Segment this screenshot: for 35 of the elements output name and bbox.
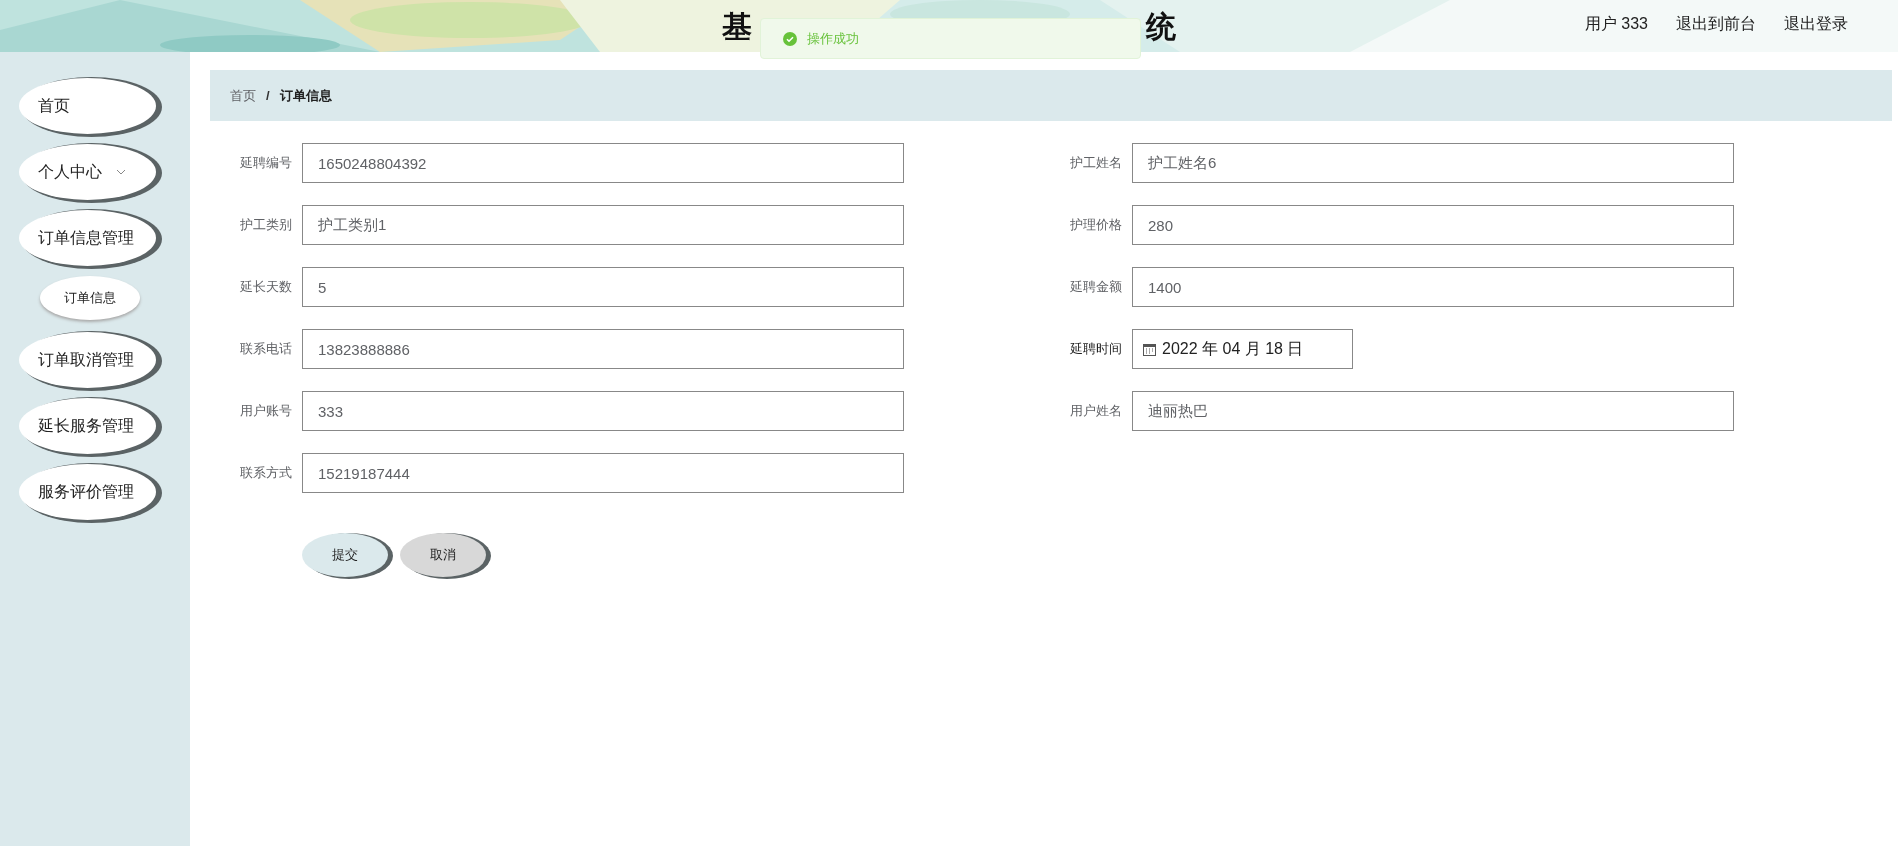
input-field[interactable]: 280: [1132, 205, 1734, 245]
input-field[interactable]: 迪丽热巴: [1132, 391, 1734, 431]
field-label: 延长天数: [239, 278, 293, 297]
input-field[interactable]: 333: [302, 391, 904, 431]
field-label: 护理价格: [1069, 216, 1123, 235]
title-text: 基: [722, 9, 752, 45]
field-label: 延聘金额: [1069, 278, 1123, 297]
header-link[interactable]: 退出登录: [1784, 12, 1848, 36]
check-icon: [783, 31, 797, 46]
breadcrumb-item: 订单信息: [279, 86, 332, 105]
field-label: 护工类别: [239, 216, 293, 235]
title-text: 统: [1146, 9, 1176, 45]
field-label: 延聘编号: [239, 154, 293, 173]
chevron-down-icon: [116, 169, 126, 175]
field-label: 护工姓名: [1069, 154, 1123, 173]
field-label: 延聘时间: [1069, 340, 1123, 359]
date-field[interactable]: 2022 年 04 月 18 日: [1132, 329, 1353, 369]
input-field[interactable]: 护工类别1: [302, 205, 904, 245]
input-field[interactable]: 1650248804392: [302, 143, 904, 183]
field-label: 联系电话: [239, 340, 293, 359]
header-link[interactable]: 退出到前台: [1676, 12, 1756, 36]
field-label: 用户账号: [239, 402, 293, 421]
breadcrumb-separator: /: [266, 86, 270, 105]
field-label: 联系方式: [239, 464, 293, 483]
toast-message: 操作成功: [807, 29, 859, 48]
field-label: 用户姓名: [1069, 402, 1123, 421]
input-field[interactable]: 护工姓名6: [1132, 143, 1734, 183]
input-field[interactable]: 1400: [1132, 267, 1734, 307]
input-field[interactable]: 5: [302, 267, 904, 307]
calendar-icon: [1143, 342, 1156, 356]
user-name: 用户 333: [1584, 14, 1648, 34]
sidebar-subitem[interactable]: 订单信息: [40, 276, 140, 320]
input-field[interactable]: 13823888886: [302, 329, 904, 369]
input-field[interactable]: 15219187444: [302, 453, 904, 493]
breadcrumb-item[interactable]: 首页: [230, 85, 256, 106]
